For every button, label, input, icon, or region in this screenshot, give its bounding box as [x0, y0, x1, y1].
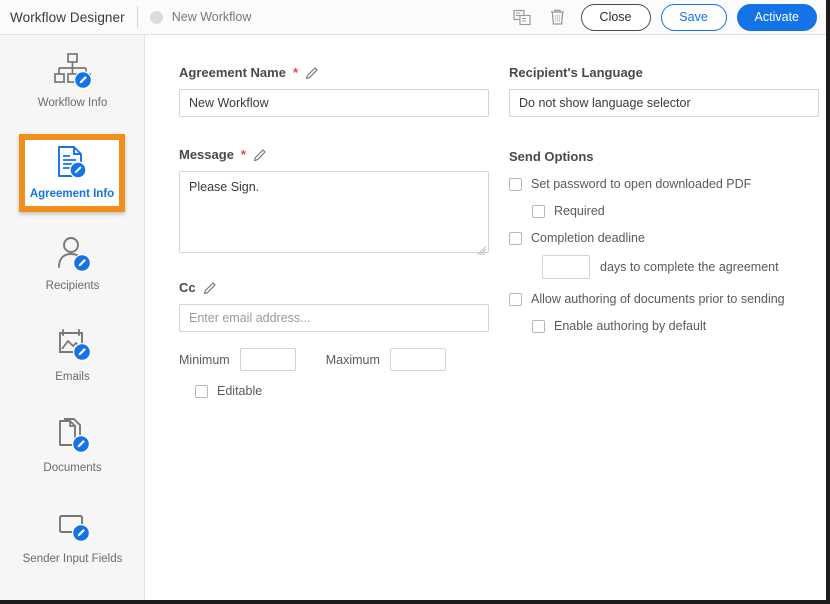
agreement-name-input[interactable]: [179, 89, 489, 117]
documents-edit-icon: [51, 416, 95, 456]
editable-checkbox[interactable]: [195, 385, 208, 398]
image-edit-icon: [51, 325, 95, 365]
enable-authoring-checkbox[interactable]: [532, 320, 545, 333]
message-label: Message *: [179, 147, 489, 162]
message-label-text: Message: [179, 147, 234, 162]
agreement-name-label: Agreement Name *: [179, 65, 489, 80]
send-options-title: Send Options: [509, 149, 819, 164]
page-title: Workflow Designer: [10, 10, 125, 25]
person-edit-icon: [51, 234, 95, 274]
cc-min-max-row: Minimum Maximum: [179, 348, 489, 371]
maximum-label: Maximum: [326, 353, 380, 367]
workflow-designer-window: Workflow Designer New Workflow: [0, 0, 830, 604]
recipients-language-label-text: Recipient's Language: [509, 65, 643, 80]
set-password-checkbox[interactable]: [509, 178, 522, 191]
option-completion-deadline-row[interactable]: Completion deadline: [509, 231, 819, 245]
pencil-icon[interactable]: [305, 66, 319, 80]
option-set-password-row[interactable]: Set password to open downloaded PDF: [509, 177, 819, 191]
option-enable-authoring-row[interactable]: Enable authoring by default: [532, 319, 819, 333]
left-column: Agreement Name * Message *: [179, 65, 489, 398]
days-input[interactable]: [542, 255, 590, 279]
sidebar-item-workflow-info[interactable]: Workflow Info: [0, 35, 145, 126]
main-content: Agreement Name * Message *: [146, 36, 826, 600]
sidebar-item-recipients[interactable]: Recipients: [0, 218, 145, 309]
minimum-label: Minimum: [179, 353, 230, 367]
pencil-icon[interactable]: [253, 148, 267, 162]
trash-icon[interactable]: [545, 4, 571, 30]
document-edit-icon: [50, 145, 94, 185]
option-label: Completion deadline: [531, 231, 645, 245]
sidebar-item-label: Agreement Info: [30, 188, 114, 201]
message-textarea[interactable]: [179, 171, 489, 253]
activate-button[interactable]: Activate: [737, 4, 817, 31]
maximum-input[interactable]: [390, 348, 446, 371]
top-bar-actions: Close Save Activate: [509, 4, 826, 31]
required-marker: *: [241, 147, 246, 162]
pencil-icon[interactable]: [203, 281, 217, 295]
editable-label: Editable: [217, 384, 262, 398]
option-allow-authoring-row[interactable]: Allow authoring of documents prior to se…: [509, 292, 819, 306]
sidebar-item-label: Workflow Info: [38, 97, 107, 110]
required-marker: *: [293, 65, 298, 80]
document-name: New Workflow: [172, 10, 252, 24]
option-label: Allow authoring of documents prior to se…: [531, 292, 785, 306]
minimum-input[interactable]: [240, 348, 296, 371]
form-edit-icon: [51, 507, 95, 547]
header-divider: [137, 6, 138, 28]
message-field-wrapper: [179, 171, 489, 258]
required-checkbox[interactable]: [532, 205, 545, 218]
option-label: Set password to open downloaded PDF: [531, 177, 751, 191]
sidebar-item-sender-input-fields[interactable]: Sender Input Fields: [0, 491, 145, 582]
sidebar: Workflow Info Agreement Info: [0, 35, 145, 600]
cc-editable-row[interactable]: Editable: [195, 384, 489, 398]
sidebar-item-emails[interactable]: Emails: [0, 309, 145, 400]
duplicate-icon[interactable]: [509, 4, 535, 30]
sidebar-item-agreement-info[interactable]: Agreement Info: [19, 134, 125, 212]
allow-authoring-checkbox[interactable]: [509, 293, 522, 306]
option-label: Enable authoring by default: [554, 319, 706, 333]
hierarchy-edit-icon: [51, 51, 95, 91]
completion-days-row: days to complete the agreement: [542, 255, 819, 279]
top-bar: Workflow Designer New Workflow: [0, 0, 826, 35]
cc-label: Cc: [179, 280, 489, 295]
close-button[interactable]: Close: [581, 4, 651, 31]
cc-email-input[interactable]: [179, 304, 489, 332]
cc-label-text: Cc: [179, 280, 196, 295]
sidebar-item-label: Recipients: [46, 280, 100, 293]
sidebar-item-label: Documents: [43, 462, 101, 475]
option-required-row[interactable]: Required: [532, 204, 819, 218]
days-label: days to complete the agreement: [600, 260, 779, 274]
recipients-language-label: Recipient's Language: [509, 65, 819, 80]
right-column: Recipient's Language Send Options Set pa…: [509, 65, 819, 333]
completion-deadline-checkbox[interactable]: [509, 232, 522, 245]
option-label: Required: [554, 204, 605, 218]
agreement-name-label-text: Agreement Name: [179, 65, 286, 80]
sidebar-item-documents[interactable]: Documents: [0, 400, 145, 491]
sidebar-item-label: Emails: [55, 371, 90, 384]
save-button[interactable]: Save: [661, 4, 727, 31]
recipients-language-select[interactable]: [509, 89, 819, 117]
sidebar-item-label: Sender Input Fields: [23, 553, 123, 566]
status-badge: [150, 11, 163, 24]
